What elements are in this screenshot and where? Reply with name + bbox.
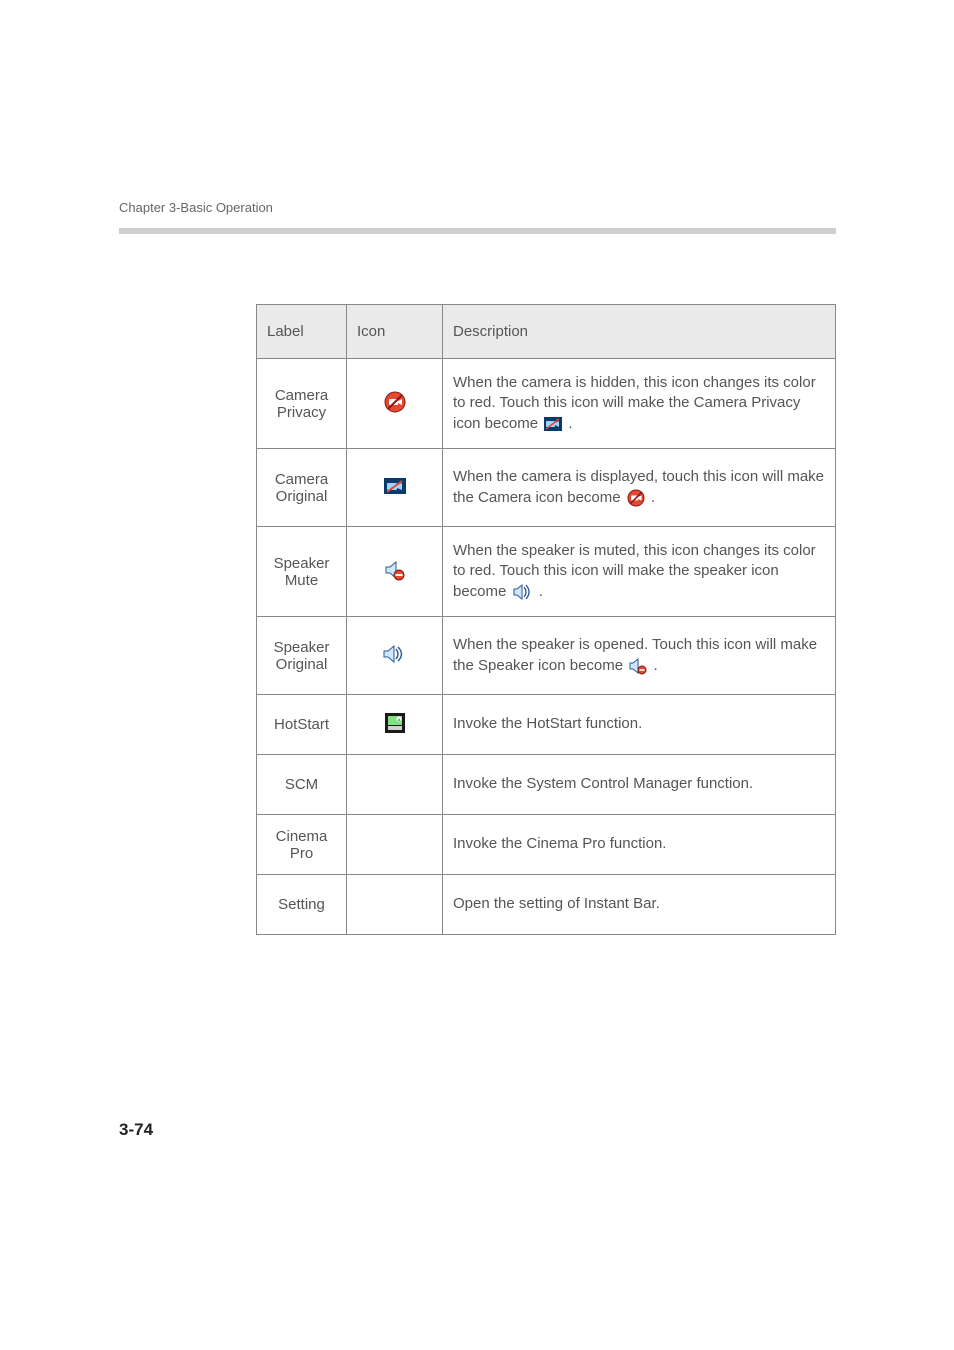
- camera-privacy-red-icon: [627, 489, 645, 507]
- icon-reference-table: Label Icon Description Camera Privacy W: [256, 304, 836, 935]
- table-row: Camera Privacy When the camera is hidden…: [257, 359, 836, 449]
- col-header-label: Label: [257, 305, 347, 359]
- speaker-original-icon: [383, 645, 407, 663]
- table-row: Camera Original When the camera is displ…: [257, 449, 836, 527]
- camera-original-icon: [544, 417, 562, 431]
- row-description: When the speaker is muted, this icon cha…: [443, 527, 836, 617]
- running-head-chapter: Chapter 3-Basic Operation: [119, 200, 273, 215]
- page-number: 3-74: [119, 1120, 153, 1140]
- row-label: Setting: [257, 875, 347, 935]
- row-description: When the speaker is opened. Touch this i…: [443, 617, 836, 695]
- camera-original-icon: [384, 478, 406, 494]
- camera-privacy-red-icon: [384, 391, 406, 413]
- icon-scm: [347, 755, 443, 815]
- icon-speaker-original: [347, 617, 443, 695]
- col-header-description: Description: [443, 305, 836, 359]
- col-header-icon: Icon: [347, 305, 443, 359]
- desc-text: When the camera is hidden, this icon cha…: [453, 374, 816, 432]
- row-label: Camera Original: [257, 449, 347, 527]
- row-label: SCM: [257, 755, 347, 815]
- desc-text-suffix: .: [653, 657, 657, 674]
- table-row: Cinema Pro Invoke the Cinema Pro functio…: [257, 815, 836, 875]
- row-label: Speaker Original: [257, 617, 347, 695]
- row-label: Cinema Pro: [257, 815, 347, 875]
- table-row: Speaker Original When the speaker is ope…: [257, 617, 836, 695]
- speaker-original-icon: [513, 584, 533, 600]
- icon-hotstart: A: [347, 695, 443, 755]
- header-rule: [119, 228, 836, 234]
- table-row: SCM Invoke the System Control Manager fu…: [257, 755, 836, 815]
- icon-cinema-pro: [347, 815, 443, 875]
- speaker-mute-red-icon: [384, 559, 406, 581]
- row-label: Camera Privacy: [257, 359, 347, 449]
- hotstart-icon: A: [385, 713, 405, 733]
- table-row: HotStart A Invoke the HotStart function.: [257, 695, 836, 755]
- table-row: Speaker Mute When the speaker is muted, …: [257, 527, 836, 617]
- row-description: When the camera is displayed, touch this…: [443, 449, 836, 527]
- desc-text-suffix: .: [539, 583, 543, 600]
- svg-text:A: A: [397, 717, 400, 722]
- table-row: Setting Open the setting of Instant Bar.: [257, 875, 836, 935]
- row-label: HotStart: [257, 695, 347, 755]
- desc-text: When the speaker is muted, this icon cha…: [453, 542, 816, 600]
- icon-camera-original: [347, 449, 443, 527]
- row-description: Invoke the Cinema Pro function.: [443, 815, 836, 875]
- desc-text-suffix: .: [568, 415, 572, 432]
- row-description: Invoke the System Control Manager functi…: [443, 755, 836, 815]
- row-description: Open the setting of Instant Bar.: [443, 875, 836, 935]
- row-description: Invoke the HotStart function.: [443, 695, 836, 755]
- row-description: When the camera is hidden, this icon cha…: [443, 359, 836, 449]
- speaker-mute-red-icon: [629, 657, 647, 675]
- icon-speaker-mute: [347, 527, 443, 617]
- desc-text-suffix: .: [651, 489, 655, 506]
- icon-camera-privacy: [347, 359, 443, 449]
- icon-setting: [347, 875, 443, 935]
- row-label: Speaker Mute: [257, 527, 347, 617]
